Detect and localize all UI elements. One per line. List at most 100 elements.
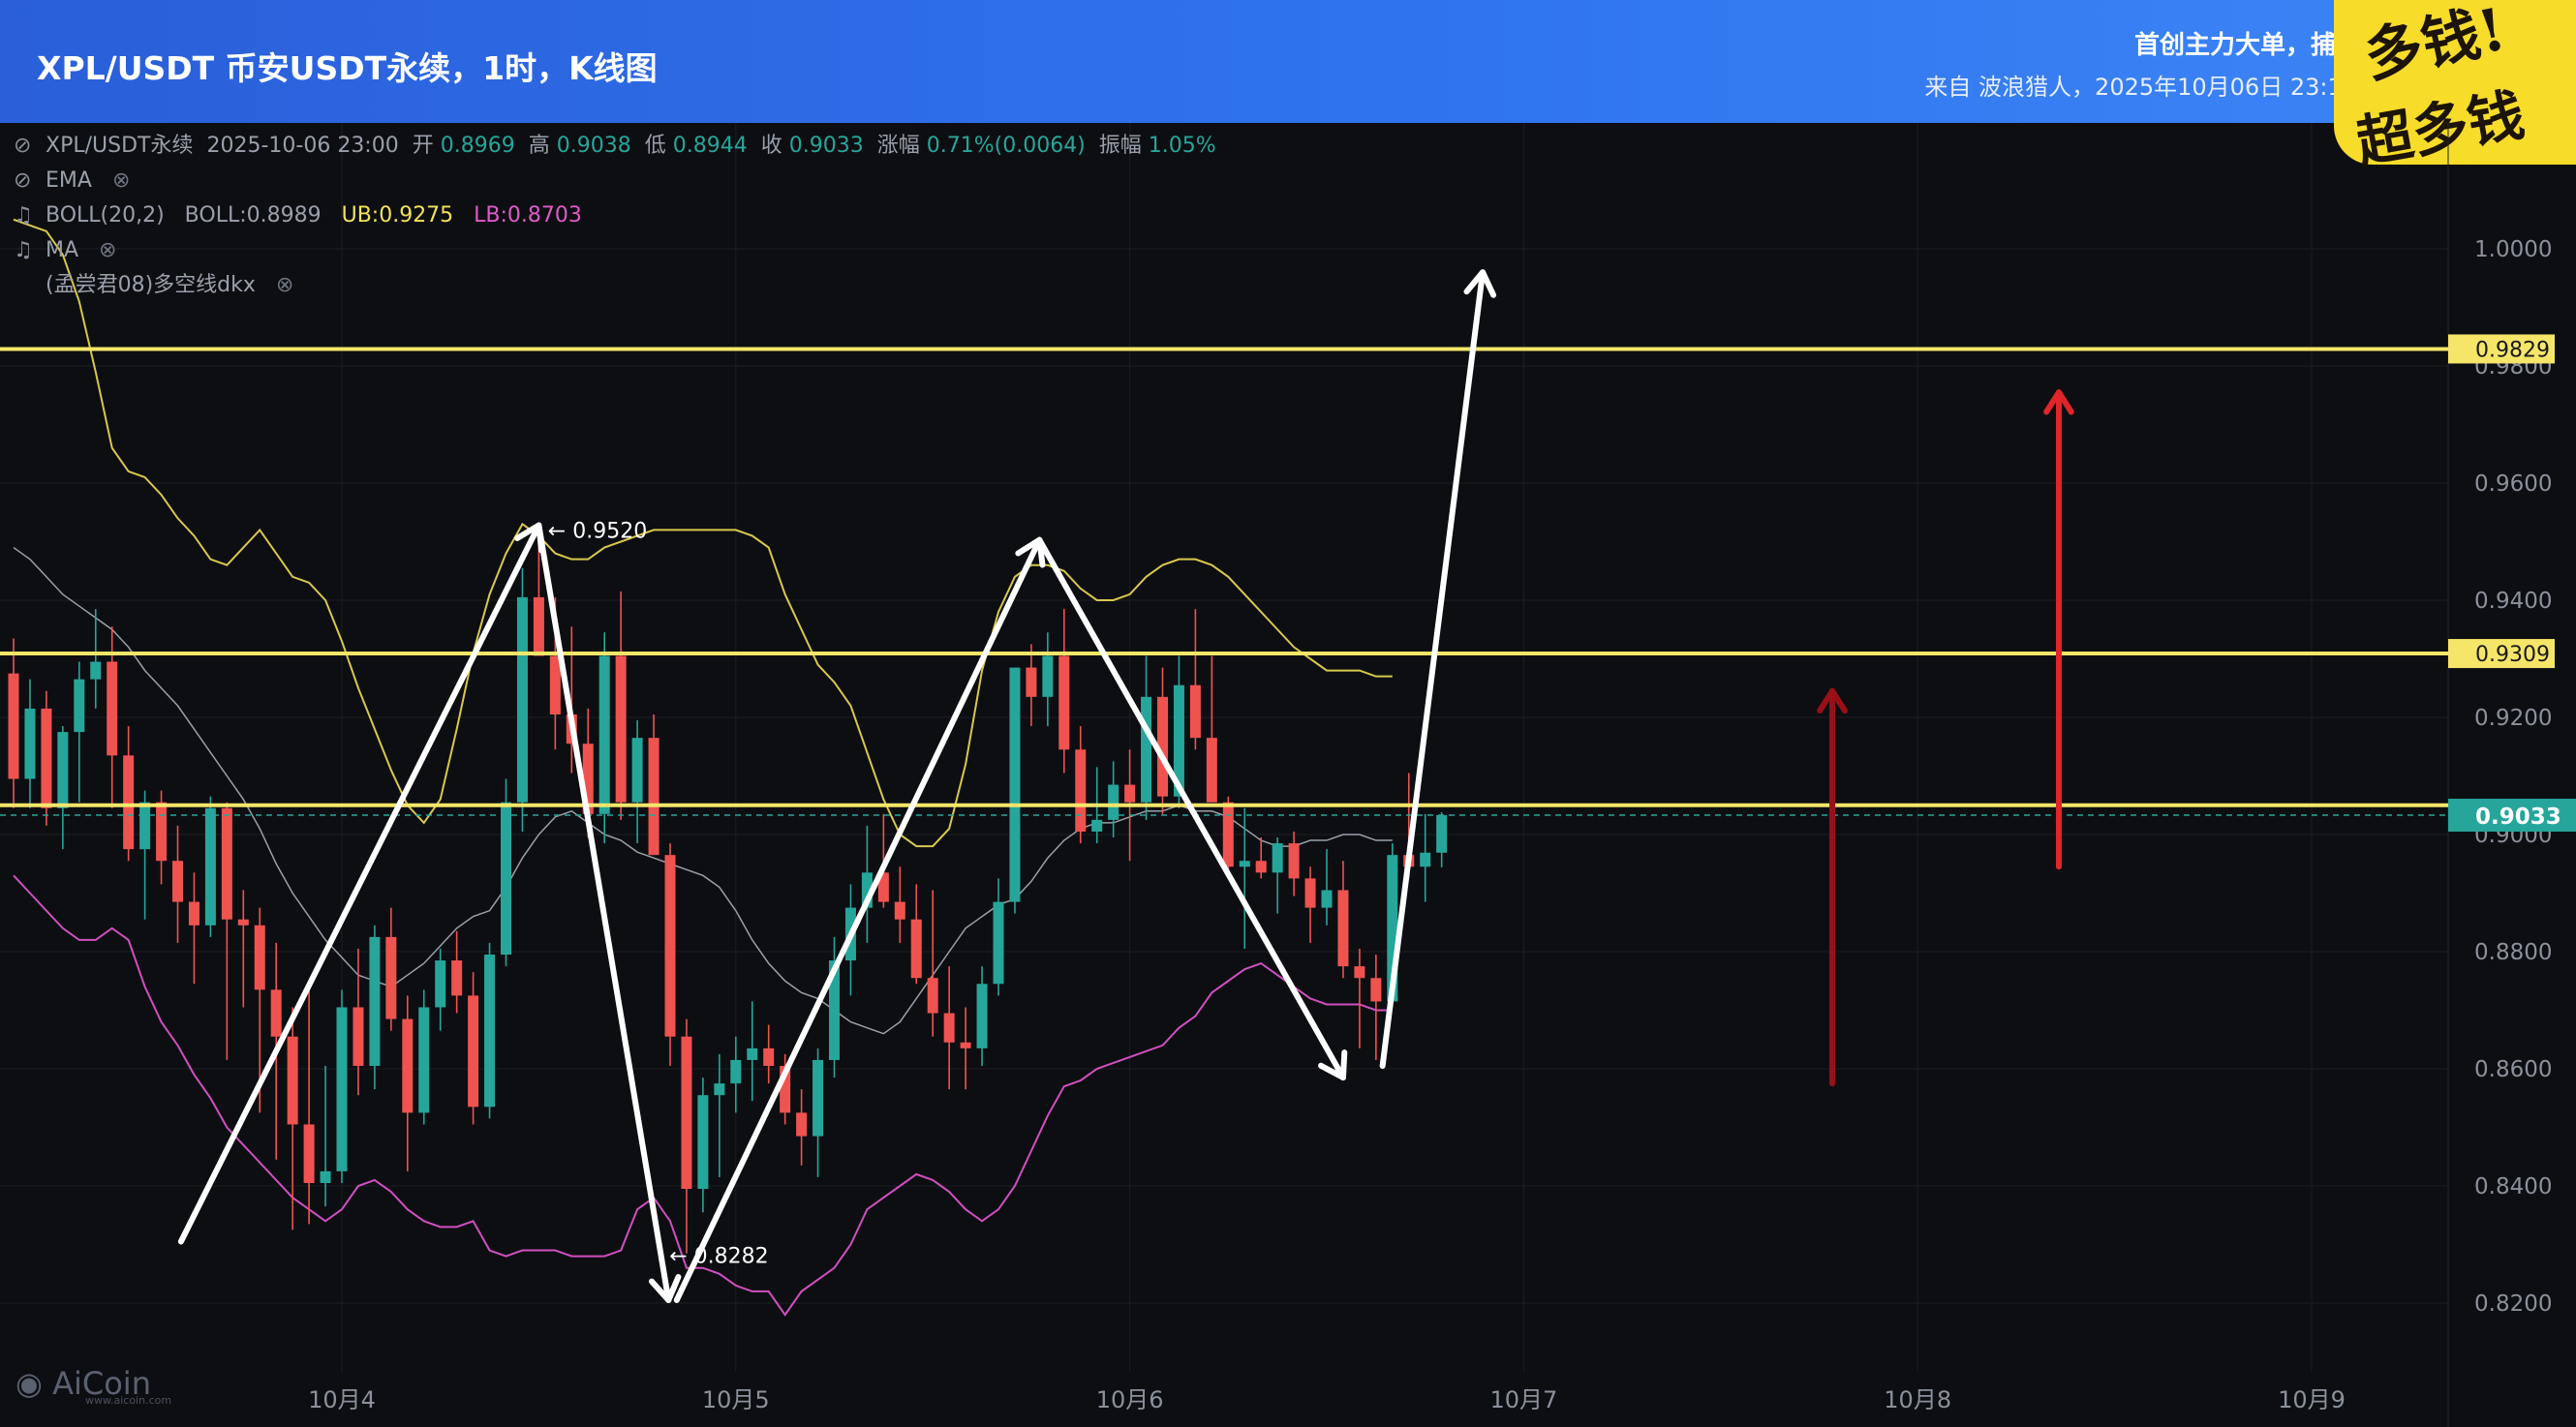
header-bar: XPL/USDT 币安USDT永续，1时，K线图 首创主力大单，捕获大 来自 波… [0, 0, 2576, 123]
x-tick-label: 10月9 [2278, 1386, 2346, 1413]
y-tick-label: 0.8200 [2474, 1291, 2552, 1317]
candle-body [353, 1007, 364, 1066]
candle-body [123, 755, 135, 850]
header-source: 来自 波浪猎人，2025年10月06日 23:14 [1924, 74, 2357, 101]
candle-body [1042, 655, 1054, 697]
candle-body [1255, 861, 1267, 873]
candle-body [1075, 749, 1087, 832]
candle-body [664, 855, 676, 1037]
y-tick-label: 0.9600 [2474, 471, 2552, 497]
y-tick-label: 1.0000 [2474, 237, 2552, 262]
candle-body [385, 936, 397, 1019]
aicoin-logo: ◉ AiCoin www.aicoin.com [15, 1365, 172, 1407]
x-tick-label: 10月5 [702, 1386, 770, 1413]
wave-arrow [177, 522, 542, 1245]
candle-body [8, 673, 19, 779]
extreme-price-label: ← 0.8282 [669, 1244, 768, 1268]
eye-hidden-icon[interactable]: ⊗ [112, 168, 130, 193]
amplitude-label: 振幅 [1098, 134, 1142, 158]
amplitude-value: 1.05% [1148, 134, 1216, 158]
y-tick-label: 0.8400 [2474, 1174, 2552, 1199]
boll-middle-line [13, 546, 1393, 1035]
eye-hidden-icon[interactable]: ⊗ [276, 273, 293, 297]
bell-icon[interactable]: ♫ [14, 233, 39, 268]
candle-body [139, 802, 151, 850]
boll-upper-line [13, 218, 1393, 848]
candle-body [1239, 861, 1250, 867]
candle-body [960, 1042, 971, 1048]
candle-body [1420, 852, 1431, 867]
extreme-price-label: ← 0.9520 [548, 519, 647, 543]
candle-body [813, 1059, 824, 1137]
candle-body [631, 738, 643, 803]
candle-body [993, 901, 1004, 985]
candle-body [697, 1095, 709, 1190]
candle-body [74, 679, 85, 733]
symbol-name: XPL/USDT永续 [46, 134, 194, 158]
candle-body [1321, 890, 1333, 908]
candle-body [24, 708, 36, 779]
candle-body [90, 661, 102, 680]
wave-arrow [1379, 269, 1487, 1069]
candle-body [320, 1170, 331, 1183]
candle-body [188, 901, 199, 926]
high-value: 0.9038 [556, 134, 631, 158]
bell-icon[interactable]: ♫ [14, 198, 39, 233]
candle-body [1141, 696, 1152, 803]
candle-body [172, 861, 183, 902]
candle-body [763, 1047, 775, 1066]
candle-body [287, 1036, 298, 1125]
ohlc-row: ⊘ XPL/USDT永续 2025-10-06 23:00 开 0.8969 高… [14, 129, 1216, 164]
ma-label: MA [46, 238, 79, 262]
ema-row[interactable]: ⊘ EMA ⊗ [14, 164, 1216, 198]
candle-body [927, 978, 938, 1014]
candle-body [303, 1124, 315, 1183]
custom-indicator-row[interactable]: (孟尝君08)多空线dkx ⊗ [14, 268, 1216, 303]
open-label: 开 [412, 134, 434, 158]
change-value: 0.71%(0.0064) [926, 134, 1086, 158]
candle-body [221, 807, 232, 920]
candle-body [1370, 978, 1382, 1002]
candle-body [468, 995, 479, 1108]
candle-body [107, 661, 118, 756]
x-tick-label: 10月7 [1489, 1386, 1557, 1413]
eye-hidden-icon[interactable]: ⊗ [99, 238, 116, 262]
candle-body [648, 738, 659, 856]
ma-row[interactable]: ♫ MA ⊗ [14, 233, 1216, 268]
close-label: 收 [760, 134, 782, 158]
candle-body [615, 655, 627, 803]
candle-body [402, 1018, 414, 1113]
candle-body [1206, 738, 1217, 803]
candle-body [254, 925, 265, 990]
brand-url: www.aicoin.com [85, 1394, 172, 1407]
y-tick-label: 0.9200 [2474, 706, 2552, 731]
level-tag-label: 0.9309 [2475, 643, 2550, 667]
candle-body [1288, 843, 1300, 879]
check-circle-icon[interactable]: ⊘ [14, 164, 39, 198]
candle-body [516, 596, 528, 803]
candle-body [1189, 684, 1201, 739]
y-tick-label: 0.8600 [2474, 1057, 2552, 1082]
candle-body [714, 1083, 725, 1096]
candle-body [156, 802, 168, 862]
boll-row[interactable]: ♫ BOLL(20,2) BOLL:0.8989 UB:0.9275 LB:0.… [14, 198, 1216, 233]
level-tag-label: 0.9829 [2475, 338, 2550, 362]
custom-indicator-label: (孟尝君08)多空线dkx [46, 273, 256, 297]
boll-label: BOLL(20,2) [46, 203, 165, 228]
boll-ub-value: UB:0.9275 [341, 203, 454, 228]
change-label: 涨幅 [876, 134, 920, 158]
candle-body [1272, 843, 1283, 873]
candle-body [730, 1059, 742, 1084]
candle-body [1091, 819, 1103, 832]
candle-body [747, 1047, 758, 1060]
low-value: 0.8944 [672, 134, 748, 158]
candle-body [549, 655, 561, 714]
candle-body [1354, 966, 1365, 979]
candle-body [681, 1036, 692, 1190]
kline-chart[interactable]: 1.00000.98000.96000.94000.92000.90000.88… [0, 123, 2576, 1427]
candle-body [484, 955, 496, 1108]
check-circle-icon[interactable]: ⊘ [14, 129, 39, 164]
candle-body [1337, 890, 1349, 967]
high-label: 高 [528, 134, 550, 158]
candle-body [418, 1007, 430, 1113]
